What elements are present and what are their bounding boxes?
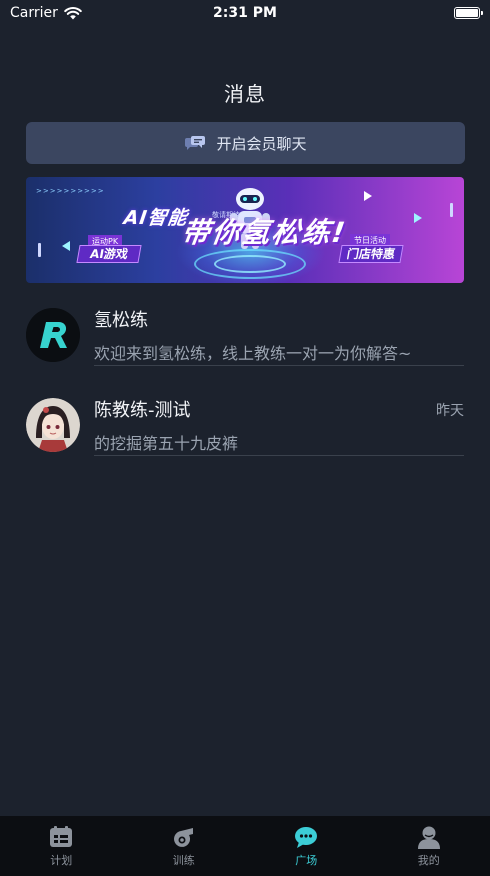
- message-sender-name: 氢松练: [94, 310, 148, 331]
- message-preview: 的挖掘第五十九皮裤: [94, 434, 239, 453]
- vip-chat-button[interactable]: 开启会员聊天: [26, 122, 465, 164]
- banner-left-tag-big: AI游戏: [76, 245, 142, 263]
- status-left: Carrier: [10, 5, 82, 21]
- battery-icon: [454, 7, 483, 19]
- tab-label: 计划: [50, 853, 73, 867]
- tab-label: 我的: [417, 853, 440, 867]
- bar-decoration: [450, 203, 453, 217]
- divider: [94, 365, 464, 366]
- bar-decoration: [38, 243, 41, 257]
- profile-icon: [417, 826, 440, 849]
- triangle-icon: [414, 213, 422, 223]
- message-preview: 欢迎来到氢松练，线上教练一对一为你解答~: [94, 344, 412, 363]
- triangle-icon: [364, 191, 372, 201]
- banner-title-big: 带你氢松练!: [179, 216, 349, 249]
- promo-banner[interactable]: >>>>>>>>>> 敬请期待 AI智能 带你氢松练! 运动PK AI游戏 节日…: [26, 177, 464, 283]
- banner-title-small: AI智能: [122, 207, 190, 229]
- tab-square[interactable]: 广场: [245, 816, 368, 876]
- message-item[interactable]: 氢松练 欢迎来到氢松练，线上教练一对一为你解答~: [26, 296, 464, 376]
- divider: [94, 455, 464, 456]
- message-item[interactable]: 陈教练-测试 昨天 的挖掘第五十九皮裤: [26, 386, 464, 466]
- tab-training[interactable]: 训练: [123, 816, 246, 876]
- chat-bubble-icon: [295, 826, 318, 848]
- carrier-label: Carrier: [10, 5, 58, 21]
- triangle-icon: [62, 241, 70, 251]
- calendar-icon: [50, 825, 73, 847]
- vip-chat-label: 开启会员聊天: [216, 134, 307, 153]
- chat-bubbles-icon: [185, 136, 206, 150]
- tab-plan[interactable]: 计划: [0, 816, 123, 876]
- app-logo-icon: [26, 308, 80, 362]
- tab-me[interactable]: 我的: [368, 816, 490, 876]
- message-sender-name: 陈教练-测试: [94, 400, 191, 421]
- tab-label: 广场: [295, 853, 318, 867]
- status-bar: Carrier 2:31 PM: [0, 0, 490, 26]
- wifi-icon: [64, 6, 82, 19]
- tab-bar: 计划 训练 广场 我的: [0, 816, 490, 876]
- banner-arrows: >>>>>>>>>>: [36, 187, 105, 195]
- banner-right-tag-big: 门店特惠: [338, 245, 404, 263]
- page-title: 消息: [224, 82, 266, 106]
- tab-label: 训练: [172, 853, 195, 867]
- anime-girl-avatar: [26, 398, 80, 452]
- message-time: 昨天: [436, 403, 464, 419]
- whistle-icon: [173, 827, 193, 847]
